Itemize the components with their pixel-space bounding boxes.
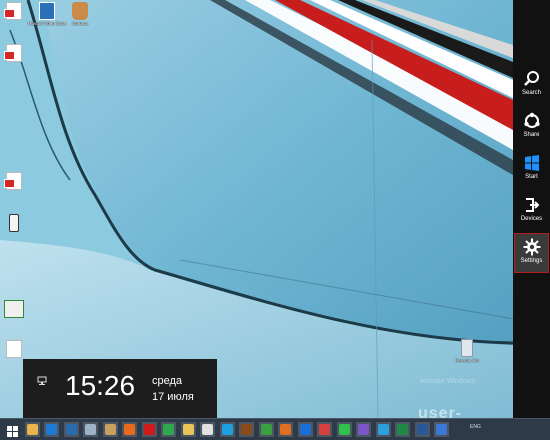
skype-icon-glyph [221,424,233,435]
whatsapp-icon-glyph [338,424,350,435]
gear-icon [523,238,540,256]
cup-icon [72,2,88,20]
app-orange-icon-glyph [280,424,291,435]
archive-icon-glyph [104,424,116,435]
desktop-icon-recycle-bin[interactable]: Recycle Bin [447,339,487,363]
app-blue-icon-glyph [436,424,447,435]
site-watermark: user-life.com [418,405,463,418]
desktop-icon-sheet[interactable] [0,300,34,319]
phone-icon [9,214,19,232]
desktop-icon-doc-4[interactable] [0,340,34,359]
search-icon [523,71,539,86]
excel-icon-glyph [397,424,408,435]
charm-devices[interactable]: Devices [514,192,549,232]
clock-overlay: 15:26 среда 17 июля [23,359,217,419]
tray-language[interactable]: ENG [470,424,481,430]
skype-icon[interactable] [219,422,235,437]
viber-icon-glyph [358,424,369,435]
folder-icon[interactable] [180,422,196,437]
word-icon-glyph [416,424,428,435]
clock-date: 17 июля [152,391,194,403]
clock-day: среда [152,375,183,387]
charm-settings[interactable]: Settings [514,233,549,273]
app-red-green-icon-glyph [319,424,330,435]
app-orange-icon[interactable] [278,422,293,437]
folder-icon-glyph [182,424,194,435]
charm-label: Devices [520,216,543,222]
devices-icon [525,198,539,212]
teamviewer-icon-glyph [299,424,311,435]
whatsapp-icon[interactable] [336,422,352,437]
charm-share[interactable]: Share [514,108,549,148]
telegram-icon[interactable] [375,422,391,437]
app-brown-icon[interactable] [239,422,254,437]
desktop-icon-glyph [46,424,57,435]
archive-icon[interactable] [102,422,118,437]
document-icon [4,172,22,190]
firefox-icon-glyph [124,424,135,435]
charm-label: Search [521,90,541,96]
app-green-icon[interactable] [258,422,274,437]
desktop-icon-doc-3[interactable] [0,172,34,191]
media-player-icon[interactable] [83,422,98,437]
network-icon [37,376,47,385]
media-player-icon-glyph [85,424,96,435]
document-icon[interactable] [200,422,215,437]
taskbar: ENG [0,418,550,440]
document-icon [6,340,22,358]
start-glyph [7,424,18,437]
firefox-icon[interactable] [122,422,137,437]
app-brown-icon-glyph [241,424,252,435]
spreadsheet-icon [4,300,24,318]
start-button[interactable] [5,422,20,437]
remote-desktop-icon-glyph [65,424,77,435]
charm-label: Start [525,174,538,180]
file-explorer-icon[interactable] [24,422,40,437]
charm-search[interactable]: Search [514,66,549,106]
desktop-icon-label: Cortana [71,21,88,26]
charm-label: Settings [520,258,543,264]
excel-icon[interactable] [395,422,410,437]
chrome-icon-glyph [163,424,174,435]
app-red-green-icon[interactable] [317,422,332,437]
opera-icon-glyph [143,424,155,435]
word-icon[interactable] [414,422,430,437]
share-icon [523,112,540,128]
activation-watermark: Activate Windows [420,378,476,385]
opera-icon[interactable] [141,422,157,437]
teamviewer-icon[interactable] [297,422,313,437]
desktop-icon-cup[interactable]: Cortana [60,2,100,26]
windows-logo-icon [524,155,539,171]
document-icon-glyph [202,424,213,435]
clock-time: 15:26 [65,370,136,401]
recycle-bin-icon [461,339,473,357]
document-icon [4,44,22,62]
viber-icon[interactable] [356,422,371,437]
wallpaper [0,0,513,418]
desktop[interactable]: Movavi Video Suite Cortana Recycle Bin A… [0,0,513,418]
desktop-icon-phone[interactable] [0,214,34,233]
document-icon [4,2,22,20]
chrome-icon[interactable] [161,422,176,437]
charm-label: Share [523,132,540,138]
desktop-icon[interactable] [44,422,59,437]
remote-desktop-icon[interactable] [63,422,79,437]
app-blue-icon[interactable] [434,422,449,437]
app-blue-icon [39,2,55,20]
desktop-icon-doc-2[interactable] [0,44,34,63]
app-green-icon-glyph [260,424,272,435]
telegram-icon-glyph [377,424,389,435]
desktop-icon-label: Recycle Bin [455,358,479,363]
charms-bar: Search Share Start Devices Settings [513,0,550,440]
charm-start[interactable]: Start [514,150,549,190]
file-explorer-icon-glyph [26,424,38,435]
